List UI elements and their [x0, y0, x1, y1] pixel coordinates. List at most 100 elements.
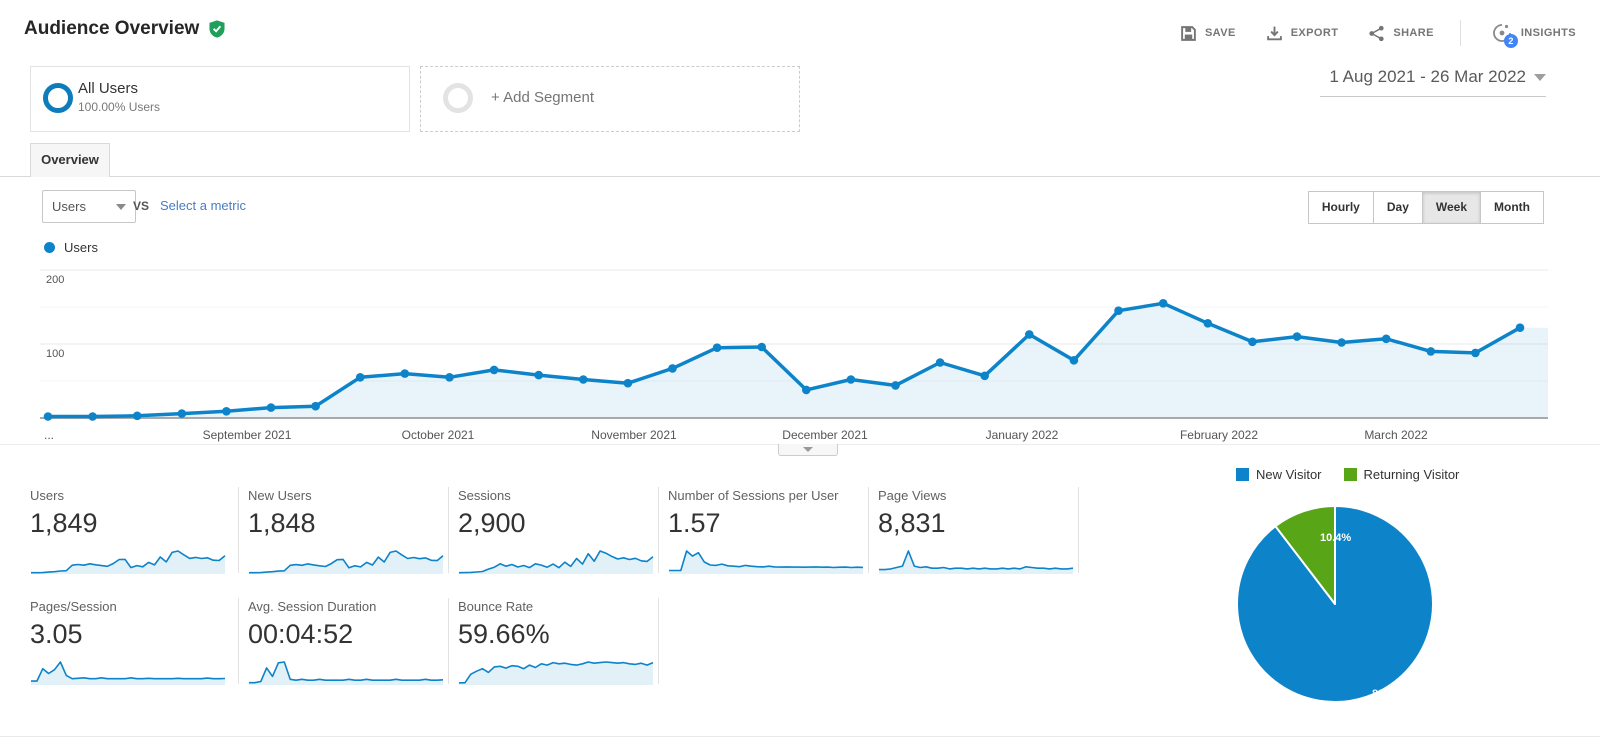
- metric-label: New Users: [248, 488, 312, 503]
- header-divider: [1459, 20, 1461, 46]
- download-icon: [1266, 25, 1283, 42]
- metric-dropdown[interactable]: Users: [42, 190, 136, 223]
- metric-dropdown-value: Users: [52, 199, 86, 214]
- card-divider: [448, 487, 449, 573]
- insights-button[interactable]: 2 INSIGHTS: [1491, 22, 1576, 48]
- chevron-down-icon: [803, 447, 813, 452]
- metric-card-avg-session-duration: Avg. Session Duration 00:04:52: [248, 599, 453, 691]
- sessions-sparkline: [458, 550, 654, 574]
- metric-label: Users: [30, 488, 64, 503]
- returning-visitor-swatch: [1343, 468, 1357, 481]
- chevron-down-icon: [116, 203, 126, 210]
- data-point: [1203, 319, 1213, 328]
- segment-title: All Users: [78, 80, 139, 97]
- users-over-time-chart[interactable]: [0, 262, 1600, 442]
- save-button[interactable]: SAVE: [1180, 25, 1236, 42]
- header-actions: SAVE EXPORT SHARE 2 INSIGHTS: [1150, 20, 1576, 48]
- y-axis-tick-200: 200: [46, 274, 65, 286]
- x-axis-tick-feb: February 2022: [1179, 428, 1259, 442]
- vs-label: VS: [133, 199, 150, 213]
- x-axis-tick-jan: January 2022: [985, 428, 1059, 442]
- users-series-label: Users: [64, 240, 98, 255]
- chart-collapse-handle[interactable]: [778, 444, 838, 456]
- segment-ring-icon: [43, 83, 73, 113]
- data-point: [935, 358, 945, 367]
- pages-session-sparkline: [31, 661, 226, 685]
- granularity-week-button[interactable]: Week: [1421, 191, 1482, 224]
- tab-overview[interactable]: Overview: [30, 143, 110, 177]
- data-point: [846, 375, 856, 384]
- data-point: [222, 407, 231, 416]
- chart-legend: Users: [44, 240, 98, 255]
- page-views-sparkline: [879, 550, 1074, 574]
- legend-item-new-visitor: New Visitor: [1236, 467, 1322, 482]
- insights-label: INSIGHTS: [1520, 27, 1576, 39]
- x-axis-tick-sep: September 2021: [202, 428, 292, 442]
- data-point: [1515, 323, 1525, 332]
- card-divider: [448, 598, 449, 684]
- metric-card-sessions: Sessions 2,900: [458, 488, 663, 580]
- data-point: [1025, 330, 1034, 339]
- share-button[interactable]: SHARE: [1368, 25, 1434, 42]
- bounce-rate-sparkline: [459, 661, 654, 685]
- new-visitor-label: New Visitor: [1256, 467, 1322, 482]
- shield-check-icon: [208, 20, 226, 38]
- x-axis-tick-ellipsis: ...: [44, 428, 55, 442]
- page-title: Audience Overview: [24, 18, 200, 39]
- save-icon: [1180, 25, 1197, 42]
- granularity-hourly-button[interactable]: Hourly: [1307, 191, 1374, 224]
- metric-label: Number of Sessions per User: [668, 488, 839, 503]
- insights-badge: 2: [1503, 34, 1518, 48]
- users-area-fill: [48, 303, 1548, 418]
- data-point: [891, 381, 900, 390]
- x-axis-tick-oct: October 2021: [401, 428, 475, 442]
- data-point: [1426, 347, 1436, 356]
- metric-value: 2,900: [458, 508, 526, 538]
- card-divider: [238, 598, 239, 684]
- sessions-per-user-sparkline: [669, 550, 864, 574]
- data-point: [802, 385, 811, 395]
- metric-value: 1,848: [248, 508, 316, 538]
- select-metric-link[interactable]: Select a metric: [160, 198, 246, 213]
- data-point: [980, 371, 989, 381]
- x-axis-tick-nov: November 2021: [591, 428, 677, 442]
- users-series-dot: [44, 242, 55, 253]
- date-range-text: 1 Aug 2021 - 26 Mar 2022: [1329, 67, 1526, 86]
- granularity-day-button[interactable]: Day: [1372, 191, 1423, 224]
- data-point: [177, 409, 187, 418]
- data-point: [757, 342, 766, 352]
- metric-card-users: Users 1,849: [30, 488, 235, 580]
- data-point: [400, 369, 410, 378]
- granularity-month-button[interactable]: Month: [1480, 191, 1544, 224]
- date-range-picker[interactable]: 1 Aug 2021 - 26 Mar 2022: [1320, 62, 1546, 97]
- save-label: SAVE: [1204, 27, 1236, 39]
- data-point: [132, 411, 142, 421]
- export-button[interactable]: EXPORT: [1266, 25, 1339, 42]
- share-icon: [1368, 25, 1385, 42]
- segment-subtitle: 100.00% Users: [78, 100, 161, 114]
- export-label: EXPORT: [1290, 27, 1339, 39]
- granularity-toggle: Hourly Day Week Month: [1307, 191, 1544, 224]
- card-divider: [238, 487, 239, 573]
- metric-label: Avg. Session Duration: [248, 599, 377, 614]
- data-point: [311, 401, 320, 411]
- data-point: [1471, 348, 1480, 358]
- metric-value: 3.05: [30, 619, 83, 649]
- metric-card-bounce-rate: Bounce Rate 59.66%: [458, 599, 663, 691]
- segment-all-users[interactable]: All Users 100.00% Users: [30, 66, 410, 132]
- add-segment-ring-icon: [443, 83, 473, 113]
- card-divider: [658, 598, 659, 684]
- x-axis-tick-mar: March 2022: [1364, 428, 1428, 442]
- metric-value: 00:04:52: [248, 619, 354, 649]
- new-visitor-swatch: [1236, 468, 1249, 481]
- metric-label: Pages/Session: [30, 599, 117, 614]
- chevron-down-icon: [1534, 74, 1546, 82]
- visitor-type-pie-chart[interactable]: 10.4% 89.6%: [1235, 504, 1435, 704]
- add-segment-button[interactable]: + Add Segment: [420, 66, 800, 132]
- users-sparkline: [31, 550, 226, 574]
- data-point: [534, 370, 543, 380]
- data-point: [668, 364, 677, 373]
- audience-overview-page: Audience Overview SAVE EXPORT SHARE 2 IN…: [0, 0, 1600, 744]
- data-point: [712, 343, 722, 352]
- legend-item-returning-visitor: Returning Visitor: [1343, 467, 1459, 482]
